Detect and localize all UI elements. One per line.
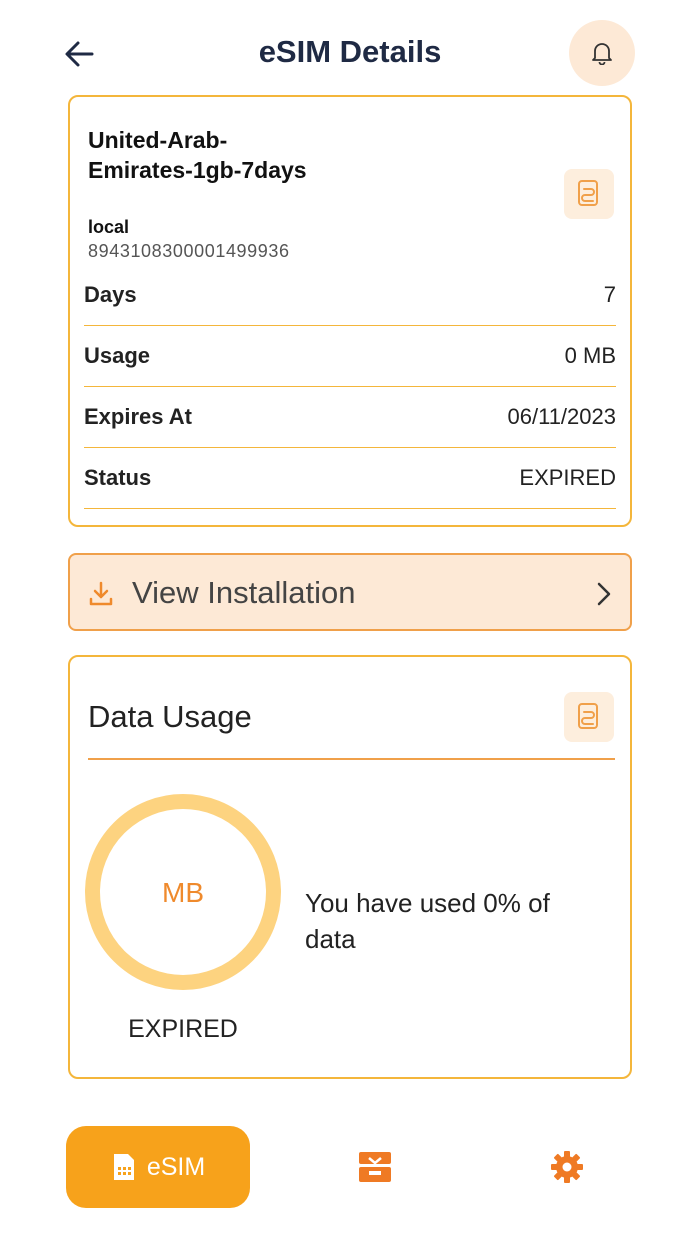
detail-label: Status	[84, 465, 152, 490]
copy-icon	[578, 703, 598, 729]
gear-icon	[551, 1151, 583, 1183]
detail-label: Days	[84, 282, 137, 307]
detail-label: Expires At	[84, 404, 193, 429]
detail-value: 06/11/2023	[507, 404, 616, 429]
download-icon	[89, 581, 113, 606]
esim-detail-rows: Days 7 Usage 0 MB Expires At 06/11/2023 …	[84, 265, 616, 509]
plan-type: local	[88, 217, 130, 237]
data-usage-title: Data Usage	[88, 699, 252, 734]
plan-name: United-Arab-Emirates-1gb-7days	[88, 127, 307, 183]
detail-value: 0 MB	[564, 343, 616, 368]
esim-details-screen: eSIM Details United-Arab-Emirates-1gb-7d…	[0, 0, 700, 1244]
divider	[88, 758, 615, 760]
detail-row-usage: Usage 0 MB	[84, 326, 616, 387]
notifications-button[interactable]	[569, 20, 635, 86]
chevron-right-icon	[597, 582, 611, 606]
detail-row-expires: Expires At 06/11/2023	[84, 387, 616, 448]
nav-store-tab[interactable]	[350, 1142, 400, 1192]
data-usage-card: Data Usage MB EXPIRED You have used 0% o…	[68, 655, 632, 1079]
nav-esim-label: eSIM	[146, 1152, 206, 1181]
nav-esim-tab[interactable]: eSIM	[66, 1126, 250, 1208]
copy-button[interactable]	[564, 692, 614, 742]
usage-status: EXPIRED	[128, 1015, 238, 1043]
copy-button[interactable]	[564, 169, 614, 219]
status-value: EXPIRED	[519, 465, 616, 490]
iccid-number: 8943108300001499936	[88, 241, 290, 261]
usage-summary: You have used 0% of data	[305, 888, 550, 954]
detail-value: 7	[603, 282, 616, 307]
bell-icon	[592, 43, 612, 65]
detail-row-status: Status EXPIRED	[84, 448, 616, 509]
usage-unit: MB	[162, 877, 204, 908]
bottom-navigation: eSIM	[0, 1100, 700, 1244]
header: eSIM Details	[0, 0, 700, 100]
esim-info-card: United-Arab-Emirates-1gb-7days local 894…	[68, 95, 632, 527]
sim-card-icon	[113, 1154, 134, 1180]
detail-row-days: Days 7	[84, 265, 616, 326]
nav-settings-tab[interactable]	[542, 1142, 592, 1192]
view-installation-label: View Installation	[132, 575, 356, 610]
view-installation-button[interactable]: View Installation	[68, 553, 632, 631]
detail-label: Usage	[84, 343, 151, 368]
store-icon	[359, 1152, 391, 1182]
copy-icon	[578, 180, 598, 206]
